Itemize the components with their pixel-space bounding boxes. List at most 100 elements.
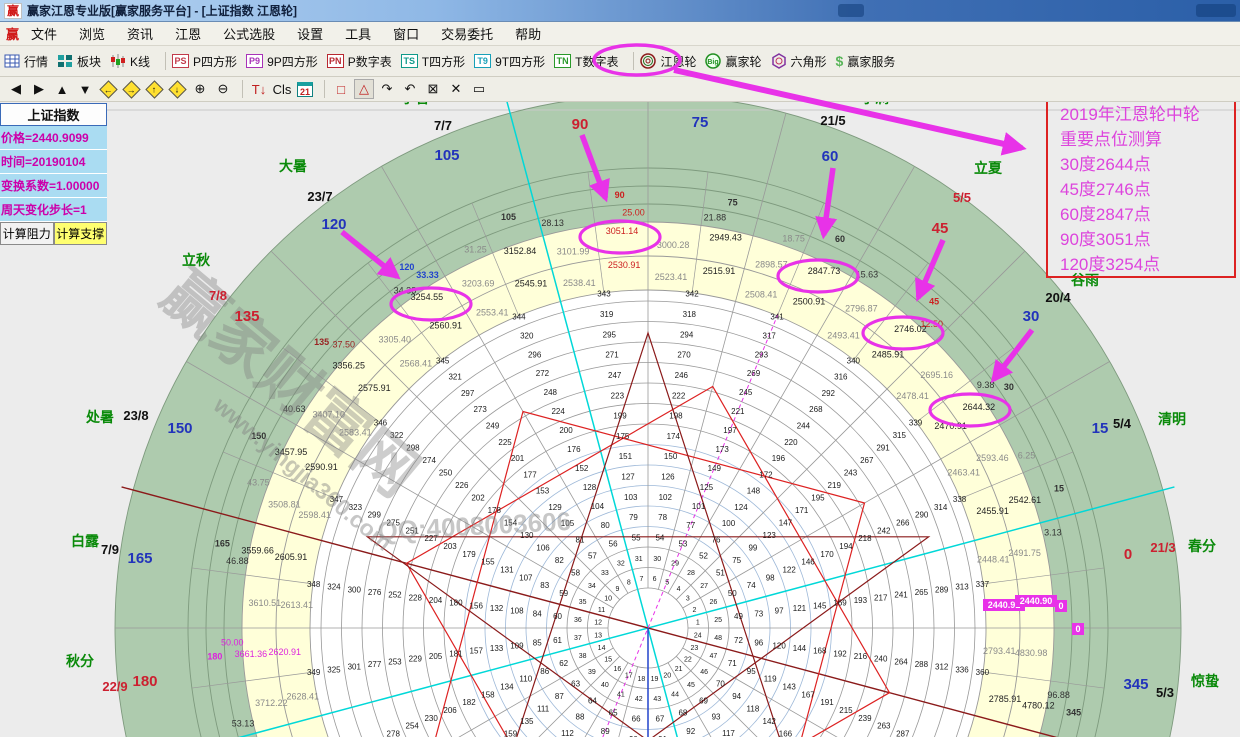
svg-text:56: 56	[609, 540, 618, 549]
toolbar-item-9t-square[interactable]: T99T四方形	[474, 53, 545, 70]
tool-t-down[interactable]: T↓	[249, 79, 269, 99]
tool-cls[interactable]: Cls	[272, 79, 292, 99]
svg-text:336: 336	[955, 665, 969, 674]
svg-text:224: 224	[551, 407, 565, 416]
p-table-icon: PN	[327, 54, 344, 68]
svg-text:75: 75	[728, 197, 738, 207]
key-level-line: 90度3051点	[1060, 227, 1234, 252]
toolbar-separator	[242, 80, 243, 98]
svg-text:83: 83	[540, 581, 549, 590]
tool-rotate-ccw[interactable]: ↶	[400, 79, 420, 99]
svg-text:165: 165	[215, 538, 230, 548]
svg-text:2530.91: 2530.91	[608, 260, 641, 270]
svg-text:102: 102	[659, 493, 673, 502]
menu-tools[interactable]: 工具	[345, 24, 371, 43]
svg-text:3101.99: 3101.99	[557, 246, 590, 256]
calc-resistance-button[interactable]: 计算阻力	[0, 222, 54, 245]
svg-text:101: 101	[692, 502, 706, 511]
svg-text:152: 152	[575, 464, 589, 473]
svg-text:201: 201	[511, 454, 525, 463]
svg-text:2: 2	[692, 607, 696, 614]
svg-text:95: 95	[747, 667, 756, 676]
menu-help[interactable]: 帮助	[515, 24, 541, 43]
tool-fit-center[interactable]: ✕	[446, 79, 466, 99]
svg-text:173: 173	[715, 445, 729, 454]
svg-text:7/9: 7/9	[101, 542, 119, 557]
svg-text:75: 75	[692, 114, 709, 131]
tool-calendar-21[interactable]: 21	[295, 79, 315, 99]
tool-move-left[interactable]: ←	[98, 79, 118, 99]
tool-step-up[interactable]: ▲	[52, 79, 72, 99]
svg-text:78: 78	[658, 513, 667, 522]
move-down-icon: ↓	[168, 80, 186, 98]
svg-text:76: 76	[712, 535, 721, 544]
toolbar-item-sectors[interactable]: 板块	[57, 53, 101, 70]
toolbar-item-winner-wheel[interactable]: Big赢家轮	[705, 53, 761, 70]
menu-gann[interactable]: 江恩	[175, 24, 201, 43]
svg-text:2613.41: 2613.41	[280, 600, 313, 610]
svg-text:35: 35	[579, 599, 587, 606]
tool-square-tool[interactable]: □	[331, 79, 351, 99]
toolbar-item-hexagon[interactable]: 六角形	[771, 53, 827, 70]
svg-text:182: 182	[462, 698, 476, 707]
menu-file[interactable]: 文件	[31, 24, 57, 43]
svg-text:2545.91: 2545.91	[515, 278, 548, 288]
toolbar-item-9p-square[interactable]: P99P四方形	[246, 53, 318, 70]
svg-text:65: 65	[609, 708, 618, 717]
toolbar-item-p-square[interactable]: PSP四方形	[172, 53, 237, 70]
svg-text:250: 250	[439, 469, 453, 478]
menu-window[interactable]: 窗口	[393, 24, 419, 43]
svg-text:97: 97	[775, 607, 784, 616]
toolbar-item-t-square[interactable]: TST四方形	[401, 53, 465, 70]
tool-move-up[interactable]: ↑	[144, 79, 164, 99]
toolbar-item-quotes[interactable]: 行情	[4, 53, 48, 70]
menu-settings[interactable]: 设置	[297, 24, 323, 43]
svg-text:Big: Big	[708, 59, 719, 66]
svg-text:230: 230	[424, 714, 438, 723]
svg-text:2542.61: 2542.61	[1009, 495, 1042, 505]
svg-text:81: 81	[576, 535, 585, 544]
tool-page-right[interactable]: ▶	[29, 79, 49, 99]
svg-text:223: 223	[611, 391, 625, 400]
tool-step-down[interactable]: ▼	[75, 79, 95, 99]
menu-trade-order[interactable]: 交易委托	[441, 24, 493, 43]
svg-text:343: 343	[597, 290, 611, 299]
menu-news[interactable]: 资讯	[127, 24, 153, 43]
calendar-icon: 21	[297, 82, 313, 97]
toolbar-item-kline[interactable]: K线	[110, 53, 150, 70]
toolbar-item-winner-service[interactable]: $赢家服务	[836, 53, 896, 70]
svg-text:291: 291	[876, 444, 890, 453]
kline-icon	[110, 54, 126, 68]
toolbar-item-gann-wheel[interactable]: 江恩轮	[640, 53, 696, 70]
svg-text:2605.91: 2605.91	[275, 552, 308, 562]
tool-zoom-in[interactable]: ⊕	[190, 79, 210, 99]
svg-text:3: 3	[686, 595, 690, 602]
toolbar-item-p-table[interactable]: PNP数字表	[327, 53, 392, 70]
svg-text:34.38: 34.38	[394, 285, 417, 295]
tool-rotate-cw[interactable]: ↷	[377, 79, 397, 99]
toolbar-item-t-table[interactable]: TNT数字表	[554, 53, 618, 70]
svg-text:52: 52	[699, 552, 708, 561]
tool-page-left[interactable]: ◀	[6, 79, 26, 99]
tool-triangle-tool[interactable]: △	[354, 79, 374, 99]
svg-text:2620.91: 2620.91	[269, 647, 302, 657]
svg-text:春分: 春分	[1187, 538, 1216, 554]
svg-text:12.50: 12.50	[920, 319, 943, 329]
calc-support-button[interactable]: 计算支撑	[54, 222, 108, 245]
svg-text:50.00: 50.00	[221, 638, 244, 648]
tool-zoom-out[interactable]: ⊖	[213, 79, 233, 99]
menu-formula-stock-pick[interactable]: 公式选股	[223, 24, 275, 43]
svg-text:22: 22	[684, 657, 692, 664]
tool-move-down[interactable]: ↓	[167, 79, 187, 99]
svg-text:290: 290	[915, 511, 929, 520]
svg-text:立秋: 立秋	[182, 252, 211, 268]
svg-text:118: 118	[747, 705, 760, 714]
tool-move-right[interactable]: →	[121, 79, 141, 99]
svg-text:20: 20	[663, 672, 671, 679]
svg-text:68: 68	[678, 708, 687, 717]
svg-text:74: 74	[747, 581, 756, 590]
svg-text:0: 0	[1075, 624, 1080, 634]
tool-x-box[interactable]: ⊠	[423, 79, 443, 99]
menu-browse[interactable]: 浏览	[79, 24, 105, 43]
tool-screen[interactable]: ▭	[469, 79, 489, 99]
